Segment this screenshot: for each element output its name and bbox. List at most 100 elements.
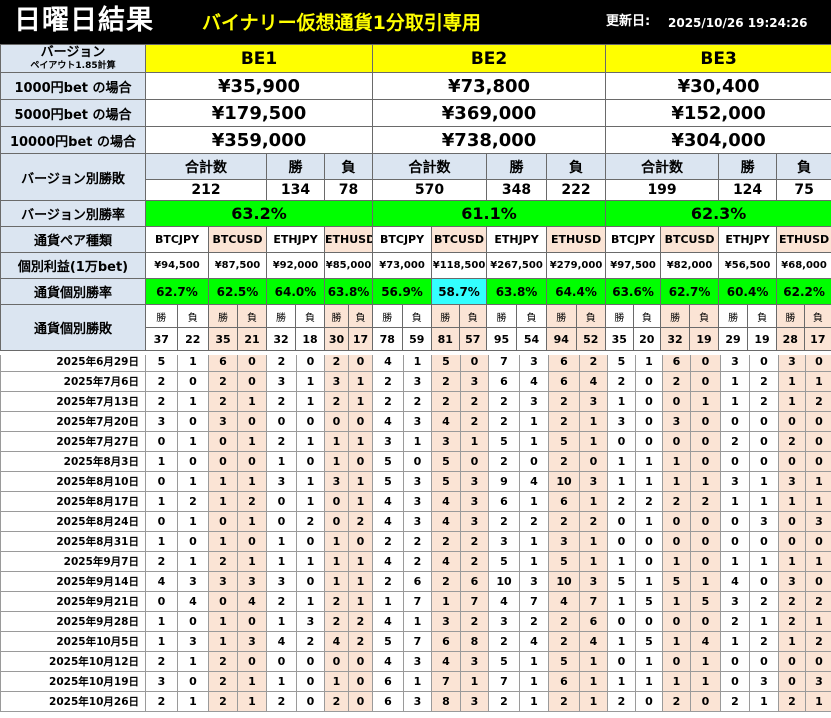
row-date: 2025年8月24日 xyxy=(0,511,146,532)
pair-wl-subrow: 32 19 xyxy=(661,328,718,350)
row-value: 1 xyxy=(324,451,349,472)
pair-profit: ¥97,500 xyxy=(605,252,662,279)
row-value: 5 xyxy=(607,571,636,592)
row-value: 2 xyxy=(208,551,238,572)
table-row: 2025年8月3日 1 0 0 0 1 0 1 0 5 0 5 0 2 0 2 0 1 1 1 0 0 0 0 0 xyxy=(0,451,831,472)
pair-win-count: 94 xyxy=(547,328,577,350)
table-row: 通貨個別勝敗勝負勝負勝負勝負勝負勝負勝負勝負勝負勝負勝負勝負 xyxy=(0,304,831,351)
row-value: 7 xyxy=(431,671,461,692)
row-value: 1 xyxy=(690,651,721,672)
pair-wl-subtable: 勝負 xyxy=(147,305,208,327)
row-date: 2025年10月12日 xyxy=(0,651,146,672)
row-value: 0 xyxy=(237,611,267,632)
row-value: 1 xyxy=(519,431,549,452)
row-value: 2 xyxy=(266,355,297,372)
row-value: 0 xyxy=(635,691,663,712)
pair-win-count: 28 xyxy=(777,328,805,350)
pair-name: BTCJPY xyxy=(372,226,433,253)
row-value: 1 xyxy=(177,355,209,372)
row-value: 1 xyxy=(749,691,779,712)
version-win: 348 xyxy=(486,179,548,201)
row-value: 0 xyxy=(720,451,750,472)
row-value: 1 xyxy=(237,391,267,412)
row-value: 1 xyxy=(662,551,691,572)
pair-profit: ¥94,500 xyxy=(145,252,209,279)
pair-type-label: 通貨ペア種類 xyxy=(0,226,146,253)
pair-wl-subrow: 勝負 xyxy=(325,305,372,327)
row-value: 0 xyxy=(778,531,806,552)
pair-lose-header: 負 xyxy=(348,305,372,327)
row-value: 4 xyxy=(324,631,349,652)
version-lose: 78 xyxy=(323,179,374,201)
pair-win-header: 勝 xyxy=(209,305,238,327)
row-value: 2 xyxy=(548,391,580,412)
pair-lose-count: 22 xyxy=(176,328,208,350)
row-value: 6 xyxy=(488,491,520,512)
table-row: 2025年7月13日 2 1 2 1 2 1 2 1 2 2 2 2 2 3 2 3 1 0 0 1 1 2 1 2 xyxy=(0,391,831,412)
row-value: 1 xyxy=(519,411,549,432)
row-value: 2 xyxy=(145,651,178,672)
row-value: 1 xyxy=(519,491,549,512)
row-value: 9 xyxy=(488,471,520,492)
row-value: 2 xyxy=(324,591,349,612)
profit-label: 個別利益(1万bet) xyxy=(0,252,146,279)
row-value: 0 xyxy=(324,511,349,532)
row-value: 3 xyxy=(548,531,580,552)
daily-results-area[interactable]: 2025年6月29日 5 1 6 0 2 0 2 0 4 1 5 0 7 3 6 2 5 1 6 0 3 0 3 0 2025年7… xyxy=(0,355,831,718)
pair-rate: 62.2% xyxy=(776,278,831,305)
row-value: 1 xyxy=(579,431,608,452)
row-value: 4 xyxy=(548,591,580,612)
version-total: 212 xyxy=(145,179,267,201)
page-title: 日曜日結果 xyxy=(14,5,154,36)
pair-wl-cell: 勝負 xyxy=(145,304,209,328)
row-value: 0 xyxy=(607,511,636,532)
row-value: 3 xyxy=(208,571,238,592)
row-value: 2 xyxy=(460,391,489,412)
row-value: 1 xyxy=(579,691,608,712)
row-value: 3 xyxy=(266,371,297,392)
version-rate: 61.1% xyxy=(372,200,607,227)
row-value: 0 xyxy=(177,411,209,432)
version-win: 124 xyxy=(718,179,778,201)
row-value: 2 xyxy=(324,611,349,632)
row-value: 3 xyxy=(662,411,691,432)
row-value: 6 xyxy=(662,355,691,372)
row-date: 2025年9月7日 xyxy=(0,551,146,572)
row-value: 2 xyxy=(208,651,238,672)
pair-wl-cell: 勝負 xyxy=(605,304,662,328)
row-value: 0 xyxy=(266,651,297,672)
row-value: 1 xyxy=(237,671,267,692)
pair-win-header: 勝 xyxy=(614,312,625,324)
row-value: 4 xyxy=(579,371,608,392)
pair-wl-cell: 勝負 xyxy=(431,304,488,328)
row-value: 2 xyxy=(749,371,779,392)
row-value: 0 xyxy=(662,531,691,552)
row-value: 1 xyxy=(403,611,432,632)
row-value: 2 xyxy=(266,431,297,452)
row-value: 1 xyxy=(579,411,608,432)
pair-name: BTCUSD xyxy=(660,226,720,253)
row-value: 0 xyxy=(720,651,750,672)
pair-rate: 63.8% xyxy=(486,278,548,305)
row-value: 0 xyxy=(662,431,691,452)
row-value: 8 xyxy=(431,691,461,712)
row-value: 0 xyxy=(690,531,721,552)
row-value: 1 xyxy=(635,651,663,672)
row-value: 2 xyxy=(778,691,806,712)
row-value: 7 xyxy=(519,591,549,612)
row-value: 1 xyxy=(749,611,779,632)
row-value: 6 xyxy=(579,611,608,632)
pair-lose-header: 負 xyxy=(632,305,660,327)
row-value: 1 xyxy=(720,631,750,652)
table-row: 通貨ペア種類 BTCJPY BTCUSD ETHJPY ETHUSD BTCJPY BTCU… xyxy=(0,226,831,253)
pair-wl-subrow: 35 20 xyxy=(607,328,660,350)
pair-wl-subtable: 35 21 xyxy=(209,328,266,350)
row-value: 3 xyxy=(460,491,489,512)
payout-label: ペイアウト1.85計算 xyxy=(30,60,116,71)
pair-rate: 62.7% xyxy=(145,278,209,305)
row-value: 3 xyxy=(460,651,489,672)
row-value: 0 xyxy=(177,671,209,692)
row-value: 0 xyxy=(348,691,373,712)
win-header: 勝 xyxy=(486,153,548,180)
row-value: 0 xyxy=(296,571,325,592)
